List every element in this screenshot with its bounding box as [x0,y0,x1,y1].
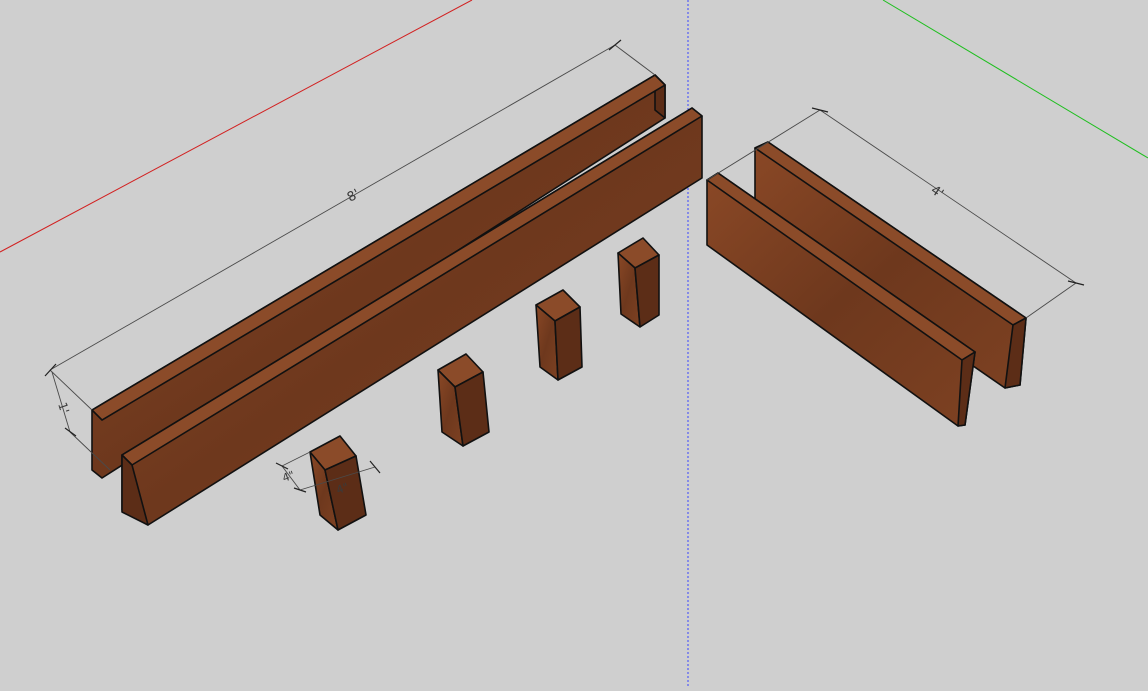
green-axis [882,0,1148,159]
dimension-label-long: 8' [345,187,363,206]
red-axis [0,0,473,253]
modeling-viewport[interactable]: 8' 1' 4' 4" 4" [0,0,1148,687]
dimension-label-short: 4' [928,183,946,202]
post-3[interactable] [535,289,583,381]
long-board-back[interactable] [91,74,666,479]
scene-canvas[interactable]: 8' 1' 4' 4" 4" [0,0,1148,687]
post-4[interactable] [617,237,660,328]
dimension-label-height: 1' [55,401,72,416]
dimension-post-width[interactable]: 4" [275,451,311,491]
long-board-front[interactable] [121,107,703,526]
post-2[interactable] [437,353,490,447]
